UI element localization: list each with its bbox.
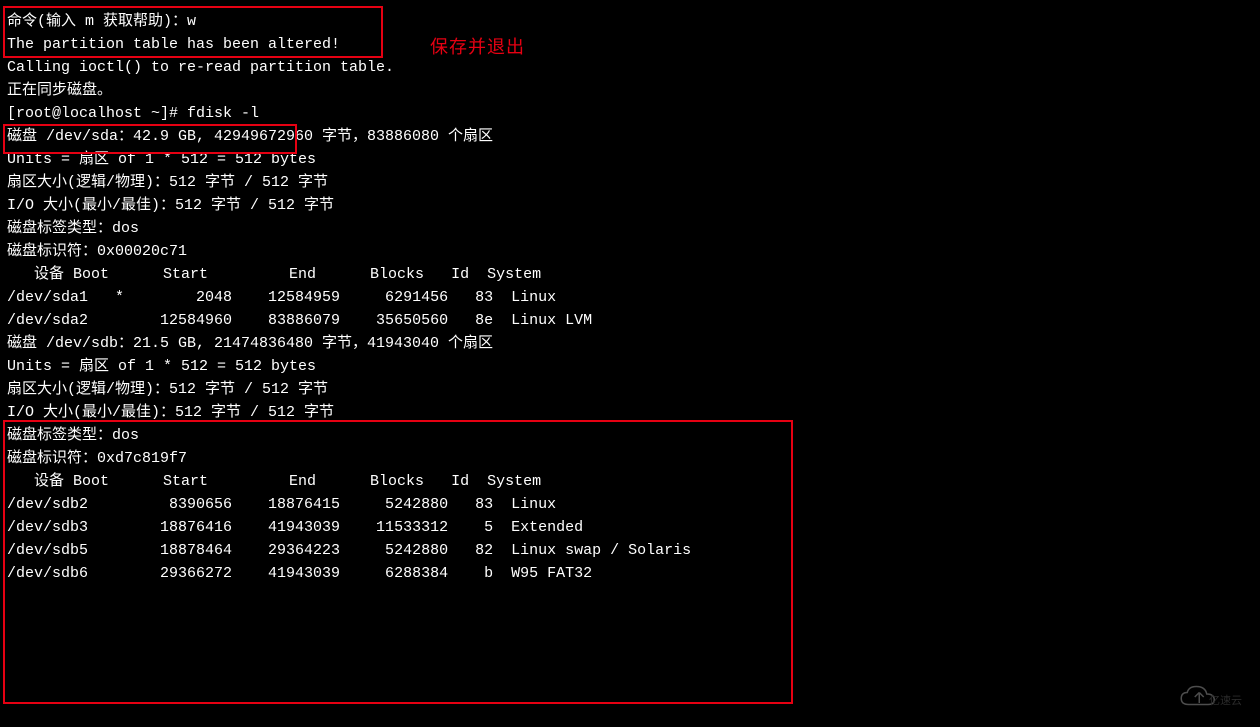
terminal-line: I/O 大小(最小/最佳)：512 字节 / 512 字节 xyxy=(7,401,1253,424)
terminal-line: I/O 大小(最小/最佳)：512 字节 / 512 字节 xyxy=(7,194,1253,217)
terminal-line: The partition table has been altered! xyxy=(7,33,1253,56)
watermark-text: 亿速云 xyxy=(1209,690,1242,713)
terminal-line: 正在同步磁盘。 xyxy=(7,79,1253,102)
terminal-line: Units = 扇区 of 1 * 512 = 512 bytes xyxy=(7,148,1253,171)
terminal-line: 磁盘标识符：0x00020c71 xyxy=(7,240,1253,263)
terminal-line: Calling ioctl() to re-read partition tab… xyxy=(7,56,1253,79)
table-row: /dev/sdb3 18876416 41943039 11533312 5 E… xyxy=(7,516,1253,539)
terminal-line: 磁盘 /dev/sdb：21.5 GB, 21474836480 字节，4194… xyxy=(7,332,1253,355)
table-row: /dev/sdb2 8390656 18876415 5242880 83 Li… xyxy=(7,493,1253,516)
terminal-line: [root@localhost ~]# fdisk -l xyxy=(7,102,1253,125)
watermark: 亿速云 xyxy=(1150,677,1250,717)
terminal-line: 磁盘标签类型：dos xyxy=(7,424,1253,447)
table-header-sdb: 设备 Boot Start End Blocks Id System xyxy=(7,470,1253,493)
terminal-line: 磁盘 /dev/sda：42.9 GB, 42949672960 字节，8388… xyxy=(7,125,1253,148)
terminal-line: 磁盘标签类型：dos xyxy=(7,217,1253,240)
table-header-sda: 设备 Boot Start End Blocks Id System xyxy=(7,263,1253,286)
terminal-output: 命令(输入 m 获取帮助)：w The partition table has … xyxy=(7,10,1253,585)
table-row: /dev/sdb5 18878464 29364223 5242880 82 L… xyxy=(7,539,1253,562)
annotation-save-exit: 保存并退出 xyxy=(430,36,525,59)
terminal-line: 扇区大小(逻辑/物理)：512 字节 / 512 字节 xyxy=(7,171,1253,194)
table-row: /dev/sdb6 29366272 41943039 6288384 b W9… xyxy=(7,562,1253,585)
table-row: /dev/sda2 12584960 83886079 35650560 8e … xyxy=(7,309,1253,332)
terminal-line: 扇区大小(逻辑/物理)：512 字节 / 512 字节 xyxy=(7,378,1253,401)
terminal-line: Units = 扇区 of 1 * 512 = 512 bytes xyxy=(7,355,1253,378)
terminal-line: 磁盘标识符：0xd7c819f7 xyxy=(7,447,1253,470)
table-row: /dev/sda1 * 2048 12584959 6291456 83 Lin… xyxy=(7,286,1253,309)
terminal-line: 命令(输入 m 获取帮助)：w xyxy=(7,10,1253,33)
